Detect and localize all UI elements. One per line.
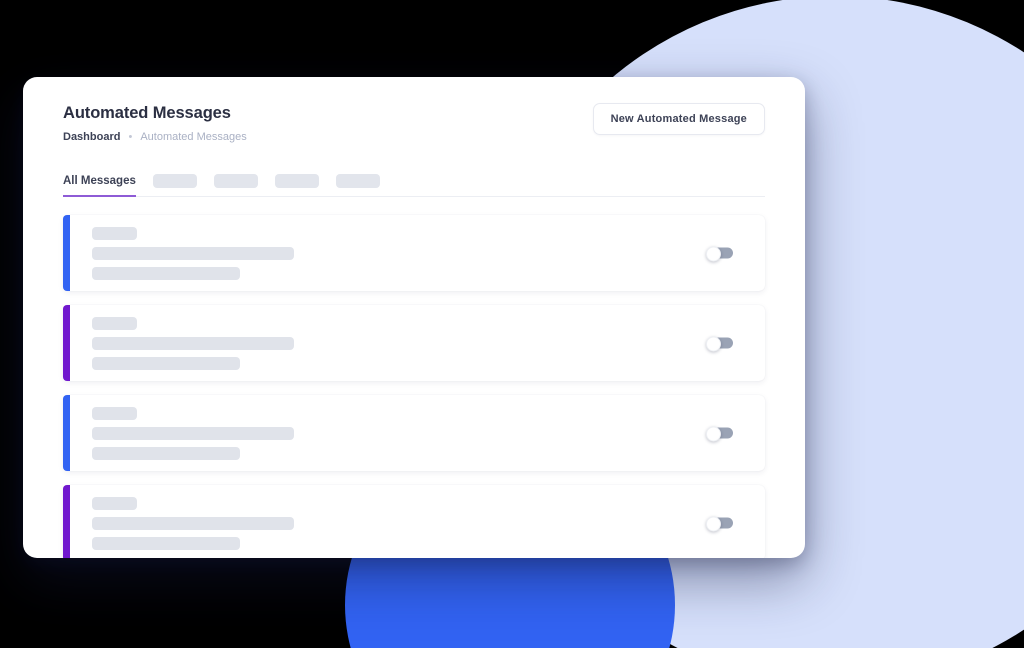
placeholder-line-1: [92, 406, 137, 420]
message-enable-toggle[interactable]: [706, 246, 733, 262]
toggle-knob: [706, 426, 721, 442]
page-title: Automated Messages: [63, 104, 231, 122]
message-placeholder-lines: [92, 226, 294, 280]
breadcrumb: Dashboard • Automated Messages: [63, 130, 247, 144]
message-list: [63, 215, 765, 558]
tabs-bar: All Messages: [63, 174, 765, 197]
message-placeholder-lines: [92, 406, 294, 460]
placeholder-line-2: [92, 336, 294, 350]
message-accent-bar: [63, 305, 70, 381]
toggle-knob: [706, 516, 721, 532]
message-accent-bar: [63, 215, 70, 291]
message-accent-bar: [63, 395, 70, 471]
breadcrumb-current-page: Automated Messages: [140, 131, 247, 143]
message-enable-toggle[interactable]: [706, 516, 733, 532]
toggle-knob: [706, 246, 721, 262]
placeholder-line-1: [92, 226, 137, 240]
placeholder-line-1: [92, 496, 137, 510]
tab-all-messages[interactable]: All Messages: [63, 175, 136, 197]
placeholder-line-3: [92, 446, 240, 460]
placeholder-line-3: [92, 356, 240, 370]
new-automated-message-button[interactable]: New Automated Message: [592, 103, 765, 135]
placeholder-line-3: [92, 266, 240, 280]
automated-messages-panel: Automated Messages Dashboard • Automated…: [23, 77, 805, 558]
placeholder-line-1: [92, 316, 137, 330]
message-row[interactable]: [63, 215, 765, 291]
message-enable-toggle[interactable]: [706, 426, 733, 442]
breadcrumb-separator-icon: •: [128, 131, 133, 143]
message-accent-bar: [63, 485, 70, 558]
tab-placeholder-4[interactable]: [335, 174, 380, 188]
placeholder-line-2: [92, 426, 294, 440]
placeholder-line-2: [92, 516, 294, 530]
message-placeholder-lines: [92, 316, 294, 370]
panel-header: Automated Messages Dashboard • Automated…: [63, 77, 765, 144]
message-row[interactable]: [63, 305, 765, 381]
tab-placeholder-1[interactable]: [152, 174, 197, 188]
breadcrumb-dashboard-link[interactable]: Dashboard: [63, 130, 120, 144]
placeholder-line-2: [92, 246, 294, 260]
message-placeholder-lines: [92, 496, 294, 550]
tab-placeholder-2[interactable]: [213, 174, 258, 188]
message-enable-toggle[interactable]: [706, 336, 733, 352]
placeholder-line-3: [92, 536, 240, 550]
header-text-group: Automated Messages Dashboard • Automated…: [63, 103, 247, 144]
message-row[interactable]: [63, 485, 765, 558]
message-row[interactable]: [63, 395, 765, 471]
tab-placeholder-3[interactable]: [274, 174, 319, 188]
toggle-knob: [706, 336, 721, 352]
